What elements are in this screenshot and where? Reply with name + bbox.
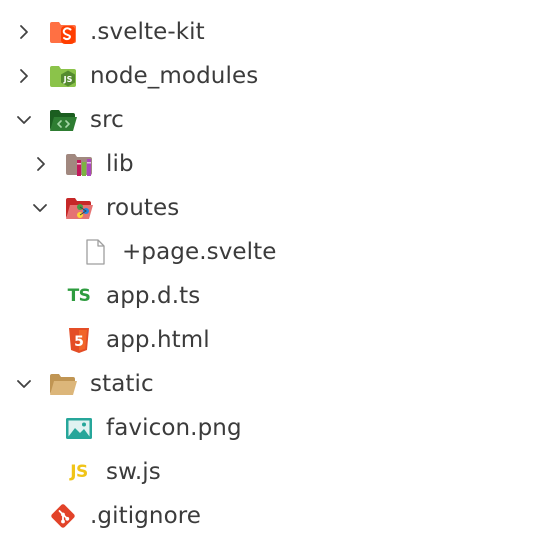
- tree-item-label: static: [90, 371, 154, 397]
- file-icon: [80, 237, 110, 267]
- chevron-down-icon[interactable]: [28, 186, 52, 230]
- tree-item-label: favicon.png: [106, 415, 242, 441]
- tree-item-label: node_modules: [90, 63, 259, 89]
- tree-item-sw-js[interactable]: JS sw.js: [0, 450, 540, 494]
- tree-item-label: app.html: [106, 327, 210, 353]
- tree-item-label: lib: [106, 151, 134, 177]
- chevron-down-icon[interactable]: [12, 98, 36, 142]
- tree-item-favicon-png[interactable]: favicon.png: [0, 406, 540, 450]
- tree-item-routes[interactable]: routes: [0, 186, 540, 230]
- svg-text:JS: JS: [63, 75, 73, 84]
- tree-item-label: app.d.ts: [106, 283, 201, 309]
- file-explorer-tree: .svelte-kit JS node_modules src lib rout…: [0, 0, 540, 540]
- tree-item-label: routes: [106, 195, 180, 221]
- tree-item-page-svelte[interactable]: +page.svelte: [0, 230, 540, 274]
- chevron-down-icon[interactable]: [12, 362, 36, 406]
- tree-item-app-html[interactable]: 5 app.html: [0, 318, 540, 362]
- tree-item-lib[interactable]: lib: [0, 142, 540, 186]
- chevron-right-icon[interactable]: [12, 54, 36, 98]
- svelte-folder-icon: [48, 17, 78, 47]
- tree-item-label: .svelte-kit: [90, 19, 205, 45]
- tree-item-label: +page.svelte: [122, 239, 277, 265]
- tree-item-gitignore[interactable]: .gitignore: [0, 494, 540, 538]
- tree-item-node-modules[interactable]: JS node_modules: [0, 54, 540, 98]
- tree-item-app-d-ts[interactable]: TS app.d.ts: [0, 274, 540, 318]
- tree-item-label: src: [90, 107, 124, 133]
- node-folder-icon: JS: [48, 61, 78, 91]
- html5-icon: 5: [64, 325, 94, 355]
- tree-item-svelte-kit[interactable]: .svelte-kit: [0, 10, 540, 54]
- tree-item-label: sw.js: [106, 459, 161, 485]
- typescript-icon: TS: [67, 286, 91, 306]
- tree-item-label: .gitignore: [90, 503, 202, 529]
- svg-text:5: 5: [74, 334, 84, 350]
- lib-folder-icon: [64, 149, 94, 179]
- tree-item-static[interactable]: static: [0, 362, 540, 406]
- image-icon: [64, 413, 94, 443]
- git-icon: [48, 501, 78, 531]
- folder-open-icon: [48, 369, 78, 399]
- javascript-icon: JS: [70, 462, 88, 482]
- routes-folder-icon: [64, 193, 94, 223]
- chevron-right-icon[interactable]: [12, 10, 36, 54]
- src-folder-icon: [48, 105, 78, 135]
- chevron-right-icon[interactable]: [29, 142, 53, 186]
- tree-item-src[interactable]: src: [0, 98, 540, 142]
